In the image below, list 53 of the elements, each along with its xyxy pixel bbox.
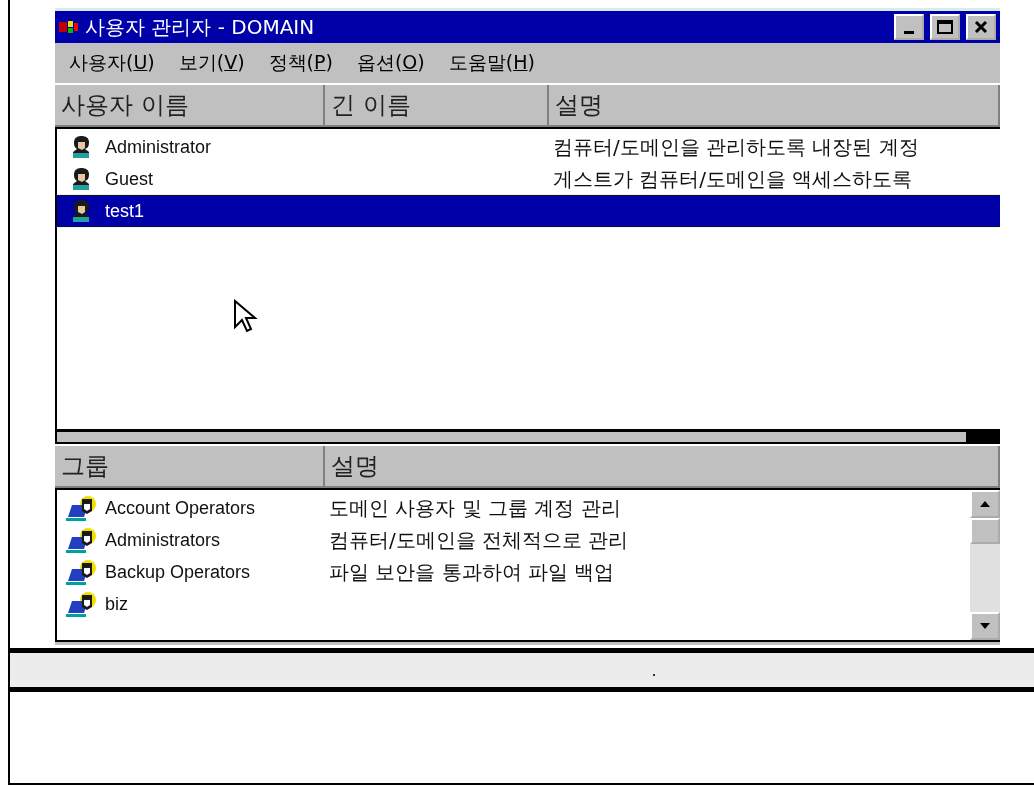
group-name: Backup Operators	[105, 561, 252, 583]
group-icon	[64, 495, 98, 521]
caption-text: .	[651, 660, 657, 680]
user-name: test1	[105, 200, 146, 222]
minimize-button[interactable]	[894, 14, 924, 40]
group-row[interactable]: Administrators 컴퓨터/도메인을 전체적으로 관리	[57, 524, 970, 556]
user-description: 게스트가 컴퓨터/도메인을 액세스하도록	[553, 165, 913, 193]
user-row[interactable]: test1	[57, 195, 1000, 227]
user-row[interactable]: Administrator 컴퓨터/도메인을 관리하도록 내장된 계정	[57, 131, 1000, 163]
user-icon	[70, 199, 92, 223]
maximize-button[interactable]	[930, 14, 960, 40]
user-description: 컴퓨터/도메인을 관리하도록 내장된 계정	[553, 133, 919, 161]
scroll-thumb[interactable]	[970, 518, 1000, 544]
group-icon	[64, 527, 98, 553]
user-icon	[70, 135, 92, 159]
column-header[interactable]: 그룹	[55, 446, 325, 486]
vertical-scrollbar[interactable]	[970, 490, 1000, 640]
up-arrow-icon	[979, 500, 991, 508]
close-button[interactable]	[966, 14, 996, 40]
down-arrow-icon	[979, 622, 991, 630]
menu-item[interactable]: 도움말(H)	[446, 50, 537, 76]
column-header[interactable]: 사용자 이름	[55, 85, 325, 125]
user-name: Guest	[105, 168, 155, 190]
group-row[interactable]: Backup Operators 파일 보안을 통과하여 파일 백업	[57, 556, 970, 588]
close-icon	[974, 20, 988, 34]
maximize-icon	[937, 20, 953, 34]
horizontal-scrollbar[interactable]	[55, 431, 1000, 444]
group-name: Account Operators	[105, 497, 257, 519]
group-name: biz	[105, 593, 129, 615]
group-description: 컴퓨터/도메인을 전체적으로 관리	[329, 526, 629, 554]
group-description: 파일 보안을 통과하여 파일 백업	[329, 558, 615, 586]
menu-item[interactable]: 옵션(O)	[354, 50, 427, 76]
menu-item[interactable]: 정책(P)	[266, 50, 335, 76]
user-name: Administrator	[105, 136, 213, 158]
group-description: 도메인 사용자 및 그룹 계정 관리	[329, 494, 621, 522]
user-row[interactable]: Guest 게스트가 컴퓨터/도메인을 액세스하도록	[57, 163, 1000, 195]
group-icon	[64, 591, 98, 617]
scroll-up-button[interactable]	[970, 490, 1000, 518]
column-header[interactable]: 설명	[325, 446, 1000, 486]
app-icon	[59, 19, 79, 35]
group-row[interactable]: biz	[57, 588, 970, 620]
menu-item[interactable]: 사용자(U)	[67, 50, 157, 76]
group-icon	[64, 559, 98, 585]
mouse-pointer-icon	[233, 299, 259, 335]
user-icon	[70, 167, 92, 191]
column-header[interactable]: 긴 이름	[325, 85, 549, 125]
minimize-icon	[904, 30, 914, 34]
scroll-down-button[interactable]	[970, 612, 1000, 640]
menu-item[interactable]: 보기(V)	[176, 50, 247, 76]
column-header[interactable]: 설명	[549, 85, 1000, 125]
group-row[interactable]: Account Operators 도메인 사용자 및 그룹 계정 관리	[57, 492, 970, 524]
group-name: Administrators	[105, 529, 222, 551]
window-title: 사용자 관리자 - DOMAIN	[85, 13, 316, 41]
